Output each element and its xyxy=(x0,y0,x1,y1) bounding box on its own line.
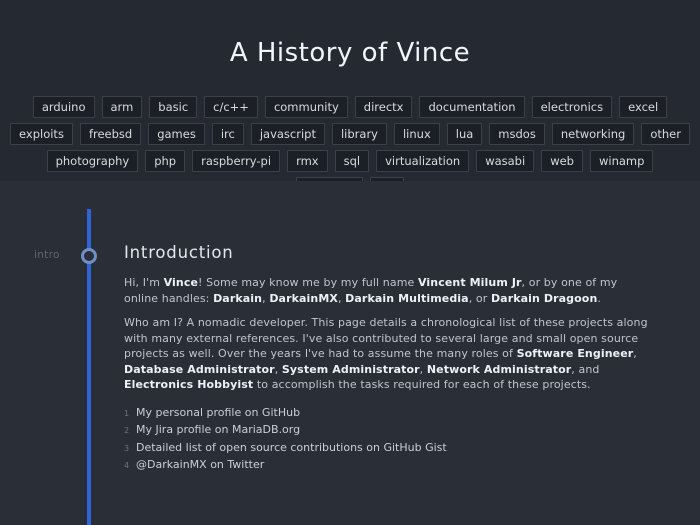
external-link[interactable]: My personal profile on GitHub xyxy=(136,406,300,419)
list-number: 2 xyxy=(124,426,130,435)
tag-electronics[interactable]: electronics xyxy=(531,96,613,118)
tag-php[interactable]: php xyxy=(145,150,186,172)
tag-msdos[interactable]: msdos xyxy=(489,123,545,145)
page-title: A History of Vince xyxy=(229,38,471,68)
bold-full-name: Vincent Milum Jr xyxy=(417,276,522,289)
tag-wasabi[interactable]: wasabi xyxy=(476,150,535,172)
tag-irc[interactable]: irc xyxy=(211,123,244,145)
tag-javascript[interactable]: javascript xyxy=(250,123,325,145)
tag-library[interactable]: library xyxy=(331,123,387,145)
tag-freebsd[interactable]: freebsd xyxy=(79,123,142,145)
text: . xyxy=(597,291,601,305)
tag-photography[interactable]: photography xyxy=(46,150,139,172)
tag-documentation[interactable]: documentation xyxy=(419,96,525,118)
tag-exploits[interactable]: exploits xyxy=(10,123,73,145)
text: Hi, I'm xyxy=(124,276,164,289)
tag-sql[interactable]: sql xyxy=(334,150,370,172)
text: to accomplish the tasks required for eac… xyxy=(253,378,591,391)
tag-web[interactable]: web xyxy=(541,150,583,172)
list-number: 3 xyxy=(124,443,130,453)
timeline-marker-icon xyxy=(81,248,97,264)
section-heading: Introduction xyxy=(124,243,234,262)
tag-virtualization[interactable]: virtualization xyxy=(376,150,470,172)
tag-arduino[interactable]: arduino xyxy=(32,96,95,118)
external-links: 1 My personal profile on GitHub 2 My Jira p… xyxy=(124,405,654,475)
tag-directx[interactable]: directx xyxy=(354,96,413,118)
timeline-panel: intro Introduction Hi, I'm Vince! Some m… xyxy=(0,181,700,525)
tag-raspberry-pi[interactable]: raspberry-pi xyxy=(192,150,281,172)
bold-handle: DarkainMX xyxy=(269,291,338,305)
tag-community[interactable]: community xyxy=(264,96,348,118)
list-item: 3 Detailed list of open source contributi… xyxy=(124,440,654,458)
tag-arm[interactable]: arm xyxy=(101,96,143,118)
tag-networking[interactable]: networking xyxy=(551,123,635,145)
section-label: intro xyxy=(34,249,60,261)
list-number: 4 xyxy=(124,461,130,470)
bold-handle: Darkain xyxy=(213,291,263,305)
bold-role: Network Administrator xyxy=(426,362,572,376)
about-paragraph: Who am I? A nomadic developer. This page… xyxy=(124,315,654,393)
tag-linux[interactable]: linux xyxy=(393,123,440,145)
bold-role: Database Administrator xyxy=(124,362,275,376)
list-item: 2 My Jira profile on MariaDB.org xyxy=(124,422,654,440)
tag-rmx[interactable]: rmx xyxy=(287,150,328,172)
bold-role: Electronics Hobbyist xyxy=(124,378,254,391)
bold-handle: Darkain Dragoon xyxy=(490,291,598,305)
external-link[interactable]: Detailed list of open source contributio… xyxy=(136,441,447,454)
tag-basic[interactable]: basic xyxy=(149,96,198,118)
bold-role: Software Engineer xyxy=(516,347,634,360)
tag-games[interactable]: games xyxy=(148,123,205,145)
list-number: 1 xyxy=(124,408,130,418)
list-item: 1 My personal profile on GitHub xyxy=(124,405,654,423)
list-item: 4 @DarkainMX on Twitter xyxy=(124,457,654,475)
external-link[interactable]: My Jira profile on MariaDB.org xyxy=(136,423,300,436)
text: , xyxy=(274,362,282,376)
text: , xyxy=(419,362,427,376)
tag-lua[interactable]: lua xyxy=(446,123,483,145)
text: ! Some may know me by my full name xyxy=(198,276,418,289)
tag-other[interactable]: other xyxy=(641,123,690,145)
tag-winamp[interactable]: winamp xyxy=(589,150,654,172)
text: , and xyxy=(571,362,600,376)
intro-section: Introduction Hi, I'm Vince! Some may kno… xyxy=(124,243,654,475)
text: , xyxy=(633,347,637,360)
tag-excel[interactable]: excel xyxy=(619,96,668,118)
bold-name: Vince xyxy=(163,276,199,289)
bold-handle: Darkain Multimedia xyxy=(345,291,469,305)
bold-role: System Administrator xyxy=(281,362,420,376)
intro-paragraph: Hi, I'm Vince! Some may know me by my fu… xyxy=(124,275,654,306)
tag-c-c-[interactable]: c/c++ xyxy=(204,96,258,118)
text: , or xyxy=(468,291,491,305)
external-link[interactable]: @DarkainMX on Twitter xyxy=(136,458,264,471)
